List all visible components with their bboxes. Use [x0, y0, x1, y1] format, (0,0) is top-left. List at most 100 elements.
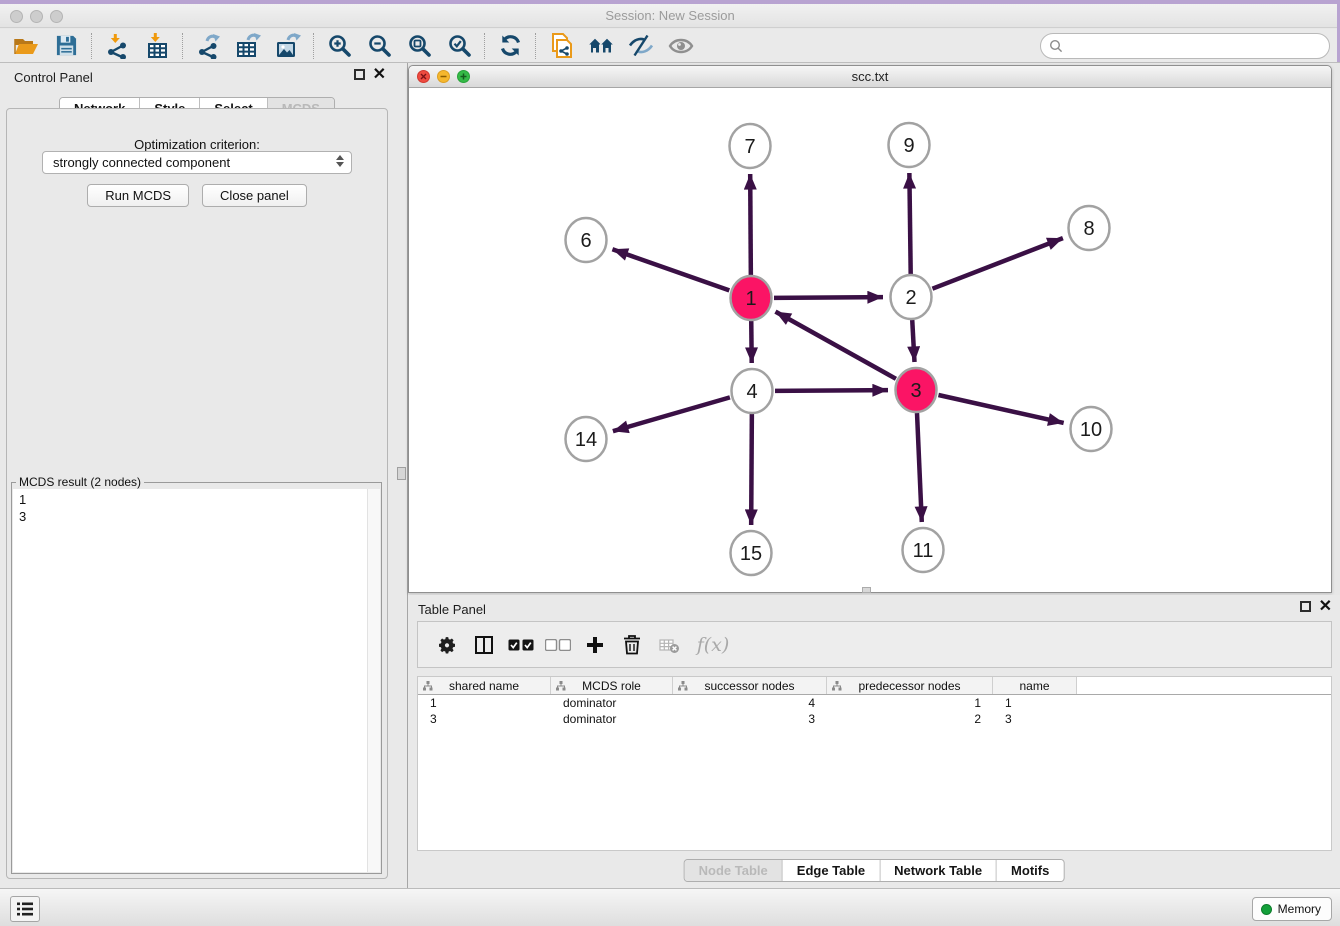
table-cell[interactable]: 3 — [673, 711, 827, 727]
network-canvas[interactable]: 7968124314101511 — [409, 88, 1331, 592]
column-header-label: MCDS role — [582, 679, 641, 693]
network-window-titlebar[interactable]: scc.txt — [409, 66, 1331, 88]
mcds-result-area[interactable]: 13 — [13, 489, 380, 872]
select-all-columns-button[interactable] — [506, 630, 536, 660]
memory-button[interactable]: Memory — [1252, 897, 1332, 921]
duplicate-network-icon — [549, 32, 574, 59]
mcds-panel: Optimization criterion: strongly connect… — [6, 108, 388, 879]
table-cell[interactable]: dominator — [551, 711, 673, 727]
column-header-label: shared name — [449, 679, 519, 693]
float-panel-icon[interactable] — [354, 69, 365, 80]
zoom-out-button[interactable] — [359, 31, 399, 61]
function-builder-button[interactable]: f(x) — [691, 630, 735, 660]
apply-layout-button[interactable] — [490, 31, 530, 61]
column-header-successor-nodes[interactable]: successor nodes — [673, 677, 827, 694]
panel-split-divider[interactable] — [394, 63, 408, 888]
float-table-panel-icon[interactable] — [1300, 601, 1311, 612]
save-floppy-icon — [55, 34, 78, 57]
table-row[interactable]: 3dominator323 — [418, 711, 1331, 727]
import-network-button[interactable] — [97, 31, 137, 61]
graph-edge-1-2[interactable] — [774, 297, 883, 298]
memory-status-icon — [1261, 904, 1272, 915]
table-cell[interactable]: 1 — [418, 695, 551, 711]
table-header-row: shared name MCDS role successor nodesprede… — [418, 677, 1331, 695]
close-panel-icon[interactable]: ✕ — [373, 69, 386, 80]
export-table-button[interactable] — [228, 31, 268, 61]
graph-edge-4-3[interactable] — [775, 390, 888, 391]
search-box[interactable] — [1040, 33, 1330, 59]
table-cell[interactable]: dominator — [551, 695, 673, 711]
close-panel-button[interactable]: Close panel — [202, 184, 307, 207]
mcds-result-group: MCDS result (2 nodes) 13 — [11, 475, 382, 874]
table-cell[interactable]: 2 — [827, 711, 993, 727]
run-mcds-button[interactable]: Run MCDS — [87, 184, 189, 207]
delete-column-button[interactable] — [617, 630, 647, 660]
table-cell[interactable]: 3 — [418, 711, 551, 727]
table-cell[interactable]: 3 — [993, 711, 1077, 727]
divider-handle[interactable] — [397, 467, 406, 480]
graph-edge-2-8[interactable] — [932, 238, 1062, 289]
graphics-details-button[interactable] — [621, 31, 661, 61]
column-header-shared-name[interactable]: shared name — [418, 677, 551, 694]
network-resize-handle[interactable] — [862, 587, 871, 593]
table-row[interactable]: 1dominator411 — [418, 695, 1331, 711]
zoom-in-button[interactable] — [319, 31, 359, 61]
titlebar: Session: New Session — [0, 4, 1340, 28]
eye-icon — [668, 36, 694, 56]
zoom-selected-button[interactable] — [439, 31, 479, 61]
node-table[interactable]: shared name MCDS role successor nodesprede… — [417, 676, 1332, 851]
select-stepper-icon — [336, 155, 344, 167]
import-table-button[interactable] — [137, 31, 177, 61]
graph-edge-4-14[interactable] — [613, 397, 730, 431]
graph-edge-3-11[interactable] — [917, 413, 922, 522]
search-input[interactable] — [1063, 36, 1329, 56]
deselect-all-columns-button[interactable] — [543, 630, 573, 660]
column-layout-button[interactable] — [469, 630, 499, 660]
background-window-edge — [0, 0, 1340, 4]
save-session-button[interactable] — [46, 31, 86, 61]
graph-edge-1-6[interactable] — [612, 249, 729, 290]
criterion-select[interactable]: strongly connected component — [42, 151, 352, 174]
tab-edge-table[interactable]: Edge Table — [783, 860, 880, 881]
result-scrollbar[interactable] — [367, 489, 380, 872]
graph-edge-3-1[interactable] — [775, 312, 895, 379]
column-header-predecessor-nodes[interactable]: predecessor nodes — [827, 677, 993, 694]
tab-node-table[interactable]: Node Table — [685, 860, 783, 881]
graph-edge-4-15[interactable] — [751, 414, 752, 525]
graph-node-label-11: 11 — [913, 540, 934, 562]
graph-edge-2-9[interactable] — [909, 173, 910, 274]
graph-edge-3-10[interactable] — [938, 395, 1063, 423]
delete-table-button[interactable] — [654, 630, 684, 660]
zoom-fit-button[interactable] — [399, 31, 439, 61]
criterion-selected-value: strongly connected component — [53, 155, 230, 170]
table-panel: Table Panel ✕ — [408, 595, 1340, 888]
export-network-button[interactable] — [188, 31, 228, 61]
table-settings-button[interactable] — [432, 630, 462, 660]
mcds-result-line: 3 — [19, 508, 374, 525]
duplicate-network-button[interactable] — [541, 31, 581, 61]
main-toolbar — [0, 29, 1340, 63]
export-network-icon — [195, 33, 221, 59]
column-header-name[interactable]: name — [993, 677, 1077, 694]
graph-node-label-9: 9 — [903, 135, 914, 157]
export-image-button[interactable] — [268, 31, 308, 61]
open-session-button[interactable] — [6, 31, 46, 61]
show-hide-button[interactable] — [661, 31, 701, 61]
plus-icon — [585, 635, 605, 655]
home-networks-button[interactable] — [581, 31, 621, 61]
graph-edge-1-7[interactable] — [750, 174, 751, 275]
graph-edge-2-3[interactable] — [912, 320, 914, 362]
column-header-MCDS-role[interactable]: MCDS role — [551, 677, 673, 694]
table-cell[interactable]: 1 — [993, 695, 1077, 711]
task-history-button[interactable] — [10, 896, 40, 922]
tab-network-table[interactable]: Network Table — [880, 860, 997, 881]
unchecked-boxes-icon — [545, 639, 571, 651]
fx-icon: f(x) — [697, 634, 730, 656]
close-table-panel-icon[interactable]: ✕ — [1319, 601, 1332, 612]
table-cell[interactable]: 1 — [827, 695, 993, 711]
tab-motifs[interactable]: Motifs — [997, 860, 1063, 881]
add-column-button[interactable] — [580, 630, 610, 660]
table-cell[interactable]: 4 — [673, 695, 827, 711]
network-graph[interactable]: 7968124314101511 — [409, 88, 1331, 592]
optimization-criterion-label: Optimization criterion: — [7, 137, 387, 152]
